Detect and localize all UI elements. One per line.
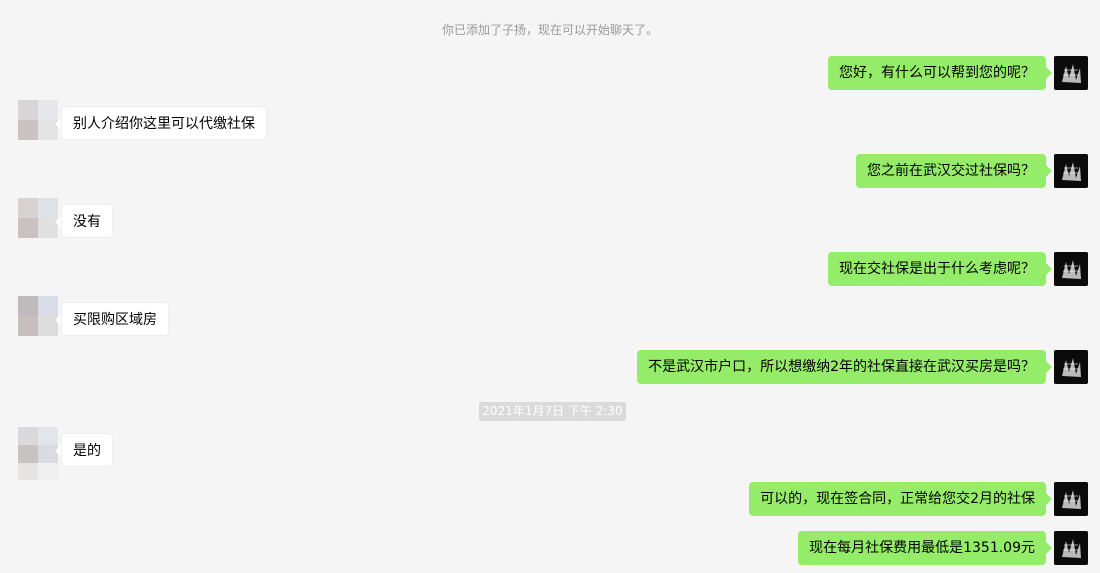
message-row-outgoing: 您好，有什么可以帮到您的呢？ <box>828 56 1088 90</box>
contact-avatar-icon[interactable] <box>18 198 58 238</box>
incoming-message-bubble[interactable]: 别人介绍你这里可以代缴社保 <box>55 106 267 140</box>
outgoing-message-bubble[interactable]: 现在交社保是出于什么考虑呢？ <box>828 252 1052 286</box>
self-avatar-icon[interactable] <box>1054 154 1088 188</box>
outgoing-message-bubble[interactable]: 不是武汉市户口，所以想缴纳2年的社保直接在武汉买房是吗？ <box>637 350 1052 384</box>
chat-timestamp: 2021年1月7日 下午 2:30 <box>479 402 626 421</box>
chat-area[interactable]: 你已添加了子扬，现在可以开始聊天了。 您好，有什么可以帮到您的呢？ 别人介绍你这… <box>0 0 1100 573</box>
self-avatar-icon[interactable] <box>1054 252 1088 286</box>
outgoing-message-bubble[interactable]: 您之前在武汉交过社保吗？ <box>856 154 1052 188</box>
message-row-incoming: 别人介绍你这里可以代缴社保 <box>18 100 267 140</box>
incoming-message-bubble[interactable]: 是的 <box>55 433 113 467</box>
message-row-incoming: 是的 <box>18 427 113 480</box>
outgoing-message-bubble[interactable]: 可以的，现在签合同，正常给您交2月的社保 <box>749 482 1052 516</box>
message-row-outgoing: 现在每月社保费用最低是1351.09元 <box>798 531 1088 565</box>
message-row-incoming: 买限购区域房 <box>18 296 169 336</box>
self-avatar-icon[interactable] <box>1054 531 1088 565</box>
message-row-outgoing: 不是武汉市户口，所以想缴纳2年的社保直接在武汉买房是吗？ <box>637 350 1088 384</box>
outgoing-message-bubble[interactable]: 您好，有什么可以帮到您的呢？ <box>828 56 1052 90</box>
outgoing-message-bubble[interactable]: 现在每月社保费用最低是1351.09元 <box>798 531 1052 565</box>
self-avatar-icon[interactable] <box>1054 482 1088 516</box>
message-row-outgoing: 您之前在武汉交过社保吗？ <box>856 154 1088 188</box>
message-row-outgoing: 现在交社保是出于什么考虑呢？ <box>828 252 1088 286</box>
contact-avatar-icon[interactable] <box>18 427 58 480</box>
message-row-incoming: 没有 <box>18 198 113 238</box>
self-avatar-icon[interactable] <box>1054 350 1088 384</box>
system-note: 你已添加了子扬，现在可以开始聊天了。 <box>441 23 658 37</box>
message-row-outgoing: 可以的，现在签合同，正常给您交2月的社保 <box>749 482 1088 516</box>
incoming-message-bubble[interactable]: 没有 <box>55 204 113 238</box>
self-avatar-icon[interactable] <box>1054 56 1088 90</box>
contact-avatar-icon[interactable] <box>18 296 58 336</box>
contact-avatar-icon[interactable] <box>18 100 58 140</box>
incoming-message-bubble[interactable]: 买限购区域房 <box>55 302 169 336</box>
